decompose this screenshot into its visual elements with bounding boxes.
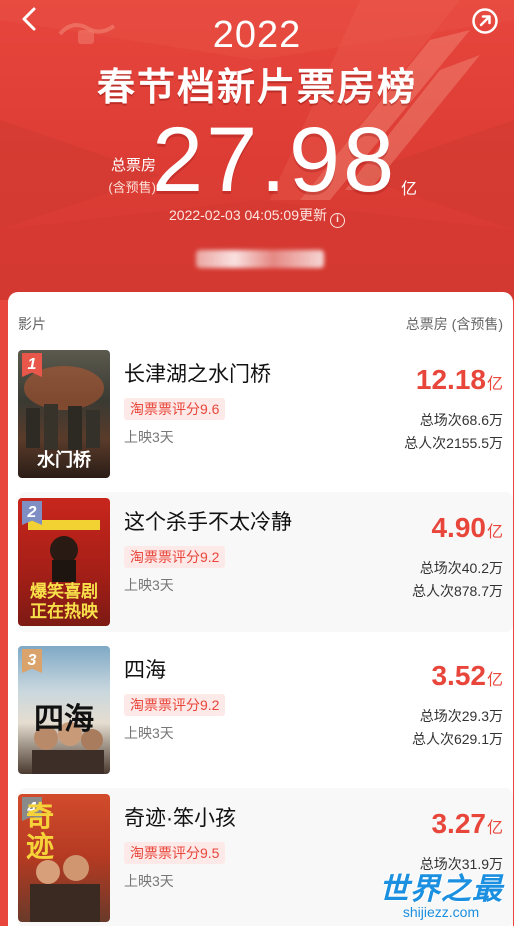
rating-tag: 淘票票评分9.5 bbox=[124, 842, 226, 864]
box-office-unit: 亿 bbox=[486, 820, 503, 837]
total-audience: 总人次2155.5万 bbox=[404, 435, 503, 451]
total-sublabel-text: (含预售) bbox=[108, 180, 156, 195]
movie-name[interactable]: 奇迹·笨小孩 bbox=[124, 802, 236, 832]
header-year: 2022 bbox=[212, 14, 302, 56]
box-office-value: 3.27亿 bbox=[431, 808, 503, 840]
box-office-number: 3.52 bbox=[431, 660, 486, 691]
total-shows: 总场次29.3万 bbox=[419, 708, 503, 724]
box-office-number: 3.27 bbox=[431, 808, 486, 839]
box-office-value: 12.18亿 bbox=[416, 364, 503, 396]
blurred-text bbox=[196, 250, 324, 268]
movie-row[interactable]: 3 四海 四海 淘票票评分9.2 上映3天 3.52亿 总场次29.3万 总人次… bbox=[18, 646, 513, 786]
total-shows: 总场次40.2万 bbox=[419, 560, 503, 576]
page-title: 春节档新片票房榜 bbox=[96, 67, 417, 109]
total-box-office-unit: 亿 bbox=[401, 181, 418, 198]
poster-title: 爆笑喜剧 正在热映 bbox=[30, 582, 98, 621]
header-banner: 2022 春节档新片票房榜 总票房 (含预售) 27.98 亿 2022-02-… bbox=[0, 0, 514, 300]
watermark-title: 世界之最 bbox=[379, 873, 503, 906]
release-days: 上映3天 bbox=[124, 725, 174, 741]
box-office-value: 3.52亿 bbox=[431, 660, 503, 692]
box-office-unit: 亿 bbox=[486, 376, 503, 393]
info-icon[interactable]: i bbox=[330, 213, 345, 228]
total-label-text: 总票房 bbox=[110, 157, 156, 174]
box-office-value: 4.90亿 bbox=[431, 512, 503, 544]
total-shows: 总场次68.6万 bbox=[419, 412, 503, 428]
poster-title: 四海 bbox=[34, 703, 94, 736]
total-box-office-label: 总票房 (含预售) bbox=[96, 155, 156, 199]
rating-tag: 淘票票评分9.2 bbox=[124, 546, 226, 568]
movie-row[interactable]: 2 爆笑喜剧 正在热映 这个杀手不太冷静 淘票票评分9.2 上映3天 4.90亿… bbox=[18, 492, 513, 638]
box-office-number: 12.18 bbox=[415, 364, 486, 395]
update-time: 2022-02-03 04:05:09更新 i bbox=[0, 205, 514, 228]
total-audience: 总人次629.1万 bbox=[411, 731, 503, 747]
box-office-number: 4.90 bbox=[431, 512, 486, 543]
total-audience: 总人次878.7万 bbox=[411, 583, 503, 599]
poster-title: 水门桥 bbox=[37, 450, 91, 470]
update-time-text: 2022-02-03 04:05:09更新 bbox=[169, 207, 327, 223]
column-header-box-office: 总票房 (含预售) bbox=[405, 316, 503, 332]
rating-tag: 淘票票评分9.6 bbox=[124, 398, 226, 420]
release-days: 上映3天 bbox=[124, 429, 174, 445]
release-days: 上映3天 bbox=[124, 577, 174, 593]
total-box-office-value: 27.98 bbox=[152, 109, 398, 211]
movie-name[interactable]: 这个杀手不太冷静 bbox=[124, 506, 292, 536]
movie-name[interactable]: 长津湖之水门桥 bbox=[124, 358, 271, 388]
ranking-card: 影片 总票房 (含预售) 1 水门桥 长津湖之水门桥 淘票票评分9.6 上映3天… bbox=[8, 292, 513, 926]
box-office-unit: 亿 bbox=[486, 672, 503, 689]
box-office-unit: 亿 bbox=[486, 524, 503, 541]
column-header-movie: 影片 bbox=[18, 316, 46, 332]
release-days: 上映3天 bbox=[124, 873, 174, 889]
movie-poster: 4 奇迹 bbox=[18, 794, 110, 922]
movie-poster: 2 爆笑喜剧 正在热映 bbox=[18, 498, 110, 626]
poster-title: 奇迹 bbox=[25, 801, 54, 862]
movie-poster: 1 水门桥 bbox=[18, 350, 110, 478]
watermark: 世界之最 shijiezz.com bbox=[376, 864, 506, 920]
movie-row[interactable]: 1 水门桥 长津湖之水门桥 淘票票评分9.6 上映3天 12.18亿 总场次68… bbox=[18, 350, 513, 490]
movie-name[interactable]: 四海 bbox=[124, 654, 166, 684]
movie-poster: 3 四海 bbox=[18, 646, 110, 774]
rating-tag: 淘票票评分9.2 bbox=[124, 694, 226, 716]
